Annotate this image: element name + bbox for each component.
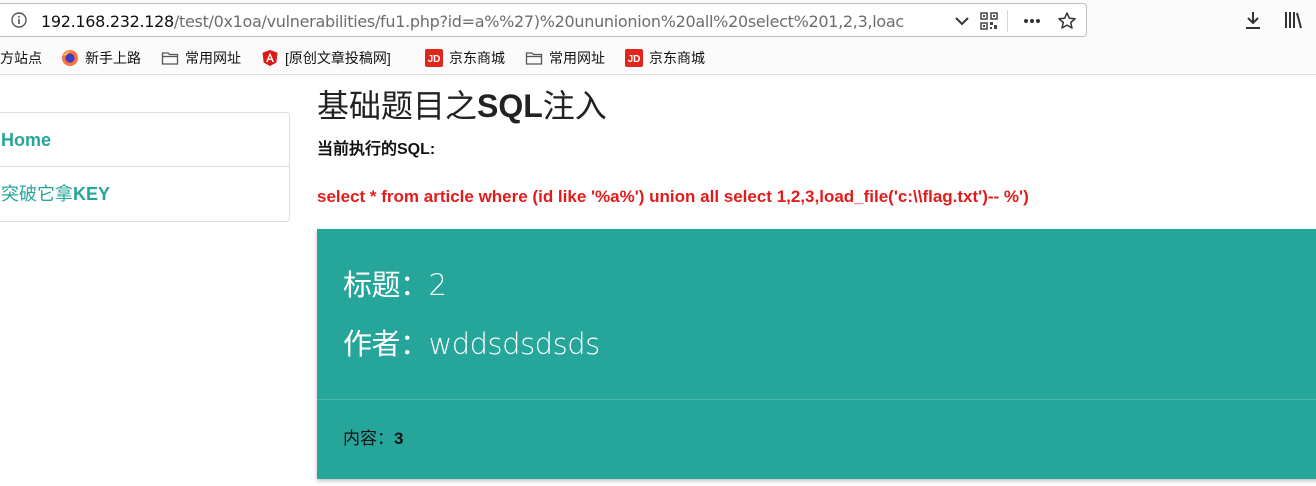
library-icon[interactable] [1282, 9, 1304, 31]
bookmark-item[interactable]: JD 京东商城 [425, 48, 505, 68]
sidebar-item-label-key: KEY [73, 184, 111, 204]
title-value: 2 [428, 268, 447, 302]
bookmark-label: 常用网址 [185, 50, 241, 66]
bookmark-item[interactable]: 常用网址 [161, 48, 241, 68]
jd-icon: JD [425, 49, 443, 67]
folder-icon [525, 52, 543, 65]
content-label: 内容： [343, 429, 394, 448]
author-value: wddsdsdsds [428, 327, 601, 361]
url-path: /test/0x1oa/vulnerabilities/fu1.php?id=a… [173, 12, 904, 31]
url-text[interactable]: 192.168.232.128/test/0x1oa/vulnerabiliti… [41, 12, 941, 32]
sidebar-item-label: Home [1, 130, 52, 150]
page-title: 基础题目之SQL注入 [317, 86, 607, 126]
sidebar-item-home[interactable]: Home [0, 113, 289, 167]
sidebar-item-label: 突破它拿 [1, 184, 73, 204]
title-label: 标题： [343, 268, 429, 302]
info-icon[interactable] [11, 12, 27, 28]
bookmark-label: 京东商城 [649, 50, 705, 66]
folder-icon [161, 52, 179, 65]
sidebar-item-get-key[interactable]: 突破它拿KEY [0, 167, 289, 221]
star-icon[interactable] [1057, 11, 1077, 31]
bookmark-item[interactable]: 常用网址 [525, 48, 605, 68]
bookmark-label: 常用网址 [549, 50, 605, 66]
more-actions-icon[interactable] [1022, 11, 1042, 31]
content-value: 3 [394, 429, 404, 448]
browser-toolbar: 192.168.232.128/test/0x1oa/vulnerabiliti… [0, 0, 1316, 75]
author-label: 作者： [343, 327, 429, 361]
bookmark-item[interactable]: [原创文章投稿网] [261, 48, 391, 68]
address-bar[interactable]: 192.168.232.128/test/0x1oa/vulnerabiliti… [0, 3, 1087, 37]
chevron-down-icon[interactable] [952, 11, 972, 31]
title-part: 基础题目之 [317, 88, 478, 124]
bookmark-item[interactable]: JD 京东商城 [625, 48, 705, 68]
qr-code-icon[interactable] [979, 11, 999, 31]
title-sql: SQL [477, 88, 543, 124]
sql-query: select * from article where (id like '%a… [317, 187, 1029, 206]
svg-text:JD: JD [628, 54, 641, 65]
firefox-icon [62, 50, 78, 66]
bookmarks-bar: 方站点 新手上路 常用网址 [原创文章投稿网] JD 京东商城 常用网址 JD … [0, 44, 1316, 72]
bookmark-item[interactable]: 方站点 [0, 48, 42, 68]
article-card: 标题：2 作者：wddsdsdsds 内容：3 [317, 229, 1316, 479]
url-host: 192.168.232.128 [41, 12, 174, 31]
article-content: 内容：3 [343, 428, 403, 450]
url-separator [1007, 10, 1008, 32]
article-title: 标题：2 [343, 267, 447, 303]
bookmark-label: [原创文章投稿网] [285, 50, 391, 66]
bookmark-label: 京东商城 [449, 50, 505, 66]
sql-label: 当前执行的SQL: [317, 141, 436, 158]
bookmark-label: 方站点 [0, 50, 42, 66]
svg-text:JD: JD [428, 54, 441, 65]
bookmark-item[interactable]: 新手上路 [61, 48, 141, 68]
bookmark-label: 新手上路 [85, 50, 141, 66]
card-divider [317, 399, 1316, 400]
title-part: 注入 [542, 88, 607, 124]
angular-icon [262, 50, 278, 66]
download-icon[interactable] [1242, 9, 1264, 31]
sidebar-nav: Home 突破它拿KEY [0, 112, 290, 222]
jd-icon: JD [625, 49, 643, 67]
article-author: 作者：wddsdsdsds [343, 326, 600, 362]
